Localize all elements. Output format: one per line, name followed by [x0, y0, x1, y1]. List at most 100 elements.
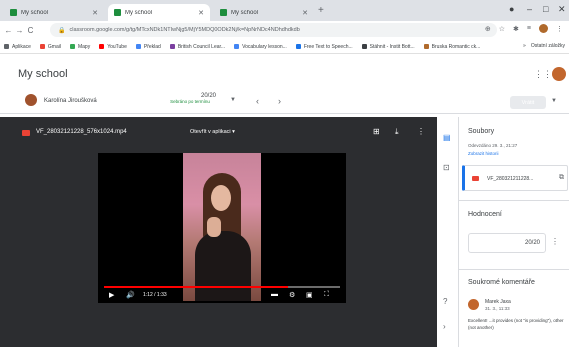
address-row: ← → C 🔒 classroom.google.com/g/tg/MTcxND… [0, 21, 569, 40]
close-tab-icon[interactable]: ✕ [198, 9, 204, 17]
address-bar[interactable]: 🔒 classroom.google.com/g/tg/MTcxNDk1NTIw… [50, 23, 497, 37]
bookmark-item[interactable]: Aplikace [4, 44, 31, 50]
bookmarks-bar: Aplikace Gmail Mapy YouTube Překlad Brit… [0, 40, 569, 54]
google-apps-icon[interactable]: ⋮⋮ [534, 69, 552, 80]
zoom-icon[interactable]: ⊕ [485, 25, 491, 33]
return-dropdown-icon[interactable]: ▼ [551, 98, 557, 104]
files-panel-icon[interactable]: ▤ [443, 133, 451, 142]
other-bookmarks[interactable]: Ostatní záložky [531, 43, 565, 49]
avatar[interactable] [552, 67, 566, 81]
file-viewer: VF_28032121228_576x1024.mp4 Otevřít v ap… [0, 117, 437, 347]
student-bar: Karolína Jiroušková 20/20 Sebráno po ter… [0, 89, 569, 114]
tab-title: My school [21, 9, 49, 16]
back-icon[interactable]: ← [3, 26, 14, 35]
gmail-icon [39, 44, 45, 49]
grade-options-icon[interactable]: ⋮ [551, 237, 559, 246]
minimize-icon[interactable]: – [527, 4, 532, 14]
comment-time: 31. 3., 11:33 [485, 306, 510, 311]
grading-title: Hodnocení [468, 211, 502, 218]
grade-input[interactable]: 20/20 [468, 233, 546, 253]
reading-list-icon[interactable]: ≡ [527, 25, 531, 32]
close-window-icon[interactable]: ✕ [558, 4, 566, 15]
bookmark-site-icon [423, 44, 429, 49]
browser-tab[interactable]: My school ✕ [214, 4, 314, 21]
comments-title: Soukromé komentáře [468, 279, 535, 286]
classroom-favicon-icon [114, 9, 121, 16]
side-rail: ▤ ⊡ ? › [437, 117, 459, 347]
attachment-card[interactable]: VF_280321211228... ⧉ [462, 165, 568, 191]
reload-icon[interactable]: C [25, 26, 36, 35]
details-panel: Soubory Odevzdáno 29. 3., 21:27 Zobrazit… [459, 117, 569, 347]
youtube-icon [99, 44, 105, 49]
download-icon[interactable]: ⤓ [395, 127, 399, 137]
student-dropdown-icon[interactable]: ▼ [230, 97, 236, 103]
bookmark-item[interactable]: Stáhnit - Instit Bott... [361, 44, 415, 50]
close-tab-icon[interactable]: ✕ [92, 9, 98, 17]
app-header: My school ⋮⋮ [0, 55, 569, 89]
grade-summary[interactable]: 20/20 Sebráno po termínu [160, 93, 220, 104]
more-options-icon[interactable]: ⋮ [417, 127, 425, 136]
video-file-icon [472, 176, 479, 181]
divider [459, 269, 569, 270]
browser-tab-active[interactable]: My school ✕ [108, 4, 210, 21]
return-button[interactable]: Vrátit [510, 96, 546, 109]
bookmark-item[interactable]: British Council Lear... [169, 44, 225, 50]
student-name[interactable]: Karolína Jiroušková [44, 98, 97, 104]
fullscreen-icon[interactable]: ⛶ [324, 291, 329, 299]
browser-tab[interactable]: My school ✕ [4, 4, 104, 21]
profile-avatar[interactable] [539, 24, 548, 33]
status-badge: Sebráno po termínu [170, 99, 210, 104]
settings-icon[interactable]: ⚙ [289, 291, 295, 299]
lock-icon: 🔒 [58, 27, 66, 34]
video-player[interactable]: ▶ 🔊 1:12 / 1:33 ▬ ⚙ ▣ ⛶ [98, 153, 346, 303]
bookmark-item[interactable]: Bruska Romantic ck... [423, 44, 480, 50]
menu-icon[interactable]: ⋮ [556, 25, 563, 33]
url-text: classroom.google.com/g/tg/MTcxNDk1NTIwNj… [69, 27, 300, 33]
bookmark-item[interactable]: Gmail [39, 44, 61, 50]
bookmark-item[interactable]: Free Text to Speech... [295, 44, 353, 50]
rubric-panel-icon[interactable]: ⊡ [443, 163, 450, 172]
files-title: Soubory [468, 128, 495, 135]
next-student-icon[interactable]: › [278, 96, 281, 106]
play-icon[interactable]: ▶ [109, 291, 114, 299]
maximize-icon[interactable]: □ [543, 4, 548, 14]
extensions-icon[interactable]: ✱ [513, 25, 519, 33]
new-tab-button[interactable]: + [318, 5, 324, 16]
account-icon[interactable]: ● [509, 4, 514, 14]
miniplayer-icon[interactable]: ▣ [306, 291, 313, 299]
comment-text: Excellent! ...it provides (not "is provi… [468, 318, 564, 330]
volume-icon[interactable]: 🔊 [126, 291, 135, 299]
previous-student-icon[interactable]: ‹ [256, 96, 259, 106]
video-time: 1:12 / 1:33 [143, 292, 167, 298]
download-site-icon [361, 44, 367, 49]
bookmark-item[interactable]: Mapy [69, 44, 90, 50]
open-with-button[interactable]: Otevřít v aplikaci ▾ [190, 129, 235, 135]
video-progress-fill [104, 286, 289, 288]
apps-icon [4, 44, 9, 49]
classroom-favicon-icon [220, 9, 227, 16]
open-in-new-icon[interactable]: ⧉ [559, 174, 564, 182]
forward-icon[interactable]: → [14, 26, 25, 35]
maps-icon [69, 44, 75, 49]
comment-author: Marek Jaxa [485, 299, 511, 305]
add-comment-icon[interactable]: ⊞ [373, 127, 380, 136]
video-frame [183, 153, 261, 301]
classroom-favicon-icon [10, 9, 17, 16]
browser-tab-strip: My school ✕ My school ✕ My school ✕ + ● … [0, 0, 569, 21]
comment-author-avatar [468, 299, 479, 310]
tab-title: My school [125, 9, 153, 16]
more-bookmarks-icon[interactable]: » [523, 43, 526, 49]
help-icon[interactable]: ? [443, 297, 447, 306]
close-tab-icon[interactable]: ✕ [302, 9, 308, 17]
bookmark-item[interactable]: Vocabulary lesson... [234, 44, 287, 50]
collapse-panel-icon[interactable]: › [443, 322, 446, 331]
bookmark-item[interactable]: Překlad [135, 44, 161, 50]
vocabulary-icon [234, 44, 240, 49]
video-progress-bar[interactable] [104, 286, 340, 288]
bookmark-item[interactable]: YouTube [99, 44, 127, 50]
history-link[interactable]: Zobrazit historii [468, 151, 499, 156]
page-title[interactable]: My school [18, 68, 68, 80]
tab-title: My school [231, 9, 259, 16]
subtitles-icon[interactable]: ▬ [271, 291, 278, 298]
star-icon[interactable]: ☆ [499, 25, 505, 33]
